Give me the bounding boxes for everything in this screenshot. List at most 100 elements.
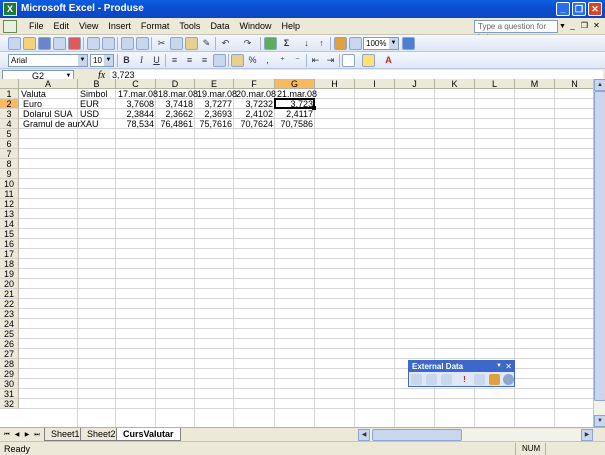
row-header[interactable]: 24 bbox=[0, 319, 19, 329]
next-sheet-icon[interactable]: ▶ bbox=[23, 430, 31, 440]
close-button[interactable]: ✕ bbox=[588, 2, 602, 16]
cell-b4[interactable]: XAU bbox=[78, 119, 116, 129]
row-header[interactable]: 17 bbox=[0, 249, 19, 259]
refresh-status-icon[interactable] bbox=[503, 374, 514, 385]
cell-c4[interactable]: 78,534 bbox=[116, 119, 156, 129]
cell-a1[interactable]: Valuta bbox=[19, 89, 78, 99]
horizontal-scrollbar[interactable]: ◀ ▶ bbox=[358, 429, 593, 441]
cell-b2[interactable]: EUR bbox=[78, 99, 116, 109]
underline-button[interactable]: U bbox=[150, 54, 163, 67]
horizontal-scroll-thumb[interactable] bbox=[372, 429, 462, 441]
toolbar-options-icon[interactable]: ▼ bbox=[496, 361, 502, 372]
cell-a4[interactable]: Gramul de aur bbox=[19, 119, 81, 129]
menu-tools[interactable]: Tools bbox=[174, 21, 205, 31]
cell-d2[interactable]: 3,7418 bbox=[156, 99, 195, 109]
help-search-input[interactable]: Type a question for help bbox=[474, 20, 558, 42]
column-header-l[interactable]: L bbox=[475, 79, 515, 89]
cell-d3[interactable]: 2,3662 bbox=[156, 109, 195, 119]
vertical-scroll-thumb[interactable] bbox=[594, 91, 605, 401]
cell-e2[interactable]: 3,7277 bbox=[195, 99, 234, 109]
fill-color-icon[interactable] bbox=[362, 54, 375, 67]
cell-g3[interactable]: 2,4117 bbox=[275, 109, 315, 119]
currency-icon[interactable] bbox=[231, 54, 244, 67]
sort-descending-icon[interactable]: ↑ bbox=[315, 37, 328, 50]
new-icon[interactable] bbox=[8, 37, 21, 50]
permission-icon[interactable] bbox=[53, 37, 66, 50]
row-header[interactable]: 3 bbox=[0, 109, 19, 119]
select-all-button[interactable] bbox=[0, 79, 19, 89]
zoom-select[interactable]: 100% ▼ bbox=[363, 37, 399, 50]
scroll-left-icon[interactable]: ◀ bbox=[358, 429, 370, 441]
scroll-right-icon[interactable]: ▶ bbox=[581, 429, 593, 441]
cell-c1[interactable]: 17.mar.08 bbox=[116, 89, 158, 99]
row-header[interactable]: 32 bbox=[0, 399, 19, 409]
cell-e1[interactable]: 19.mar.08 bbox=[195, 89, 237, 99]
save-icon[interactable] bbox=[38, 37, 51, 50]
cell-g4[interactable]: 70,7586 bbox=[275, 119, 315, 129]
first-sheet-icon[interactable]: ⏮ bbox=[3, 430, 11, 440]
align-left-icon[interactable]: ≡ bbox=[168, 54, 181, 67]
autosum-icon[interactable]: Σ bbox=[280, 37, 293, 50]
menu-help[interactable]: Help bbox=[276, 21, 305, 31]
maximize-button[interactable]: ❐ bbox=[572, 2, 586, 16]
cell-f2[interactable]: 3,7232 bbox=[234, 99, 275, 109]
print-preview-icon[interactable] bbox=[102, 37, 115, 50]
chart-wizard-icon[interactable] bbox=[334, 37, 347, 50]
cell-b3[interactable]: USD bbox=[78, 109, 116, 119]
row-header[interactable]: 6 bbox=[0, 139, 19, 149]
menu-file[interactable]: File bbox=[24, 21, 49, 31]
cell-b1[interactable]: Simbol bbox=[78, 89, 116, 99]
row-header[interactable]: 11 bbox=[0, 189, 19, 199]
row-header[interactable]: 5 bbox=[0, 129, 19, 139]
menu-insert[interactable]: Insert bbox=[103, 21, 136, 31]
prev-sheet-icon[interactable]: ◀ bbox=[13, 430, 21, 440]
row-header[interactable]: 16 bbox=[0, 239, 19, 249]
cell-e3[interactable]: 2,3693 bbox=[195, 109, 234, 119]
row-header[interactable]: 2 bbox=[0, 99, 19, 109]
column-header-k[interactable]: K bbox=[435, 79, 475, 89]
row-header[interactable]: 22 bbox=[0, 299, 19, 309]
row-header[interactable]: 10 bbox=[0, 179, 19, 189]
cell-f4[interactable]: 70,7624 bbox=[234, 119, 275, 129]
doc-close-button[interactable]: ✕ bbox=[591, 21, 602, 32]
column-header-j[interactable]: J bbox=[395, 79, 435, 89]
column-header-g[interactable]: G bbox=[275, 79, 315, 89]
spelling-icon[interactable] bbox=[121, 37, 134, 50]
paste-icon[interactable] bbox=[185, 37, 198, 50]
last-sheet-icon[interactable]: ⏭ bbox=[33, 430, 41, 440]
column-header-n[interactable]: N bbox=[555, 79, 593, 89]
vertical-scrollbar[interactable]: ▲ ▼ bbox=[593, 79, 605, 427]
row-header[interactable]: 20 bbox=[0, 279, 19, 289]
row-header[interactable]: 26 bbox=[0, 339, 19, 349]
help-dropdown-icon[interactable]: ▼ bbox=[559, 23, 566, 30]
sheet-tab-cursvalutar[interactable]: CursValutar bbox=[116, 428, 181, 441]
email-icon[interactable] bbox=[68, 37, 81, 50]
menu-data[interactable]: Data bbox=[205, 21, 234, 31]
column-header-m[interactable]: M bbox=[515, 79, 555, 89]
scroll-up-icon[interactable]: ▲ bbox=[594, 79, 605, 91]
column-header-c[interactable]: C bbox=[116, 79, 156, 89]
doc-minimize-button[interactable]: _ bbox=[567, 21, 578, 32]
cut-icon[interactable]: ✂ bbox=[155, 37, 168, 50]
refresh-all-icon[interactable] bbox=[489, 374, 500, 385]
row-header[interactable]: 1 bbox=[0, 89, 19, 99]
fill-handle[interactable] bbox=[312, 106, 316, 110]
increase-decimal-icon[interactable]: ⁺ bbox=[276, 54, 289, 67]
cancel-refresh-icon[interactable] bbox=[474, 374, 485, 385]
cell-f3[interactable]: 2,4102 bbox=[234, 109, 275, 119]
cell-d1[interactable]: 18.mar.08 bbox=[156, 89, 198, 99]
cell-c2[interactable]: 3,7608 bbox=[116, 99, 156, 109]
align-right-icon[interactable]: ≡ bbox=[198, 54, 211, 67]
font-name-select[interactable]: Arial ▼ bbox=[8, 54, 88, 67]
percent-button[interactable]: % bbox=[246, 54, 259, 67]
row-header[interactable]: 19 bbox=[0, 269, 19, 279]
row-header[interactable]: 12 bbox=[0, 199, 19, 209]
row-header[interactable]: 30 bbox=[0, 379, 19, 389]
row-header[interactable]: 25 bbox=[0, 329, 19, 339]
decrease-decimal-icon[interactable]: ⁻ bbox=[291, 54, 304, 67]
open-icon[interactable] bbox=[23, 37, 36, 50]
edit-query-icon[interactable] bbox=[411, 374, 422, 385]
research-icon[interactable] bbox=[136, 37, 149, 50]
italic-button[interactable]: I bbox=[135, 54, 148, 67]
help-icon[interactable] bbox=[402, 37, 415, 50]
